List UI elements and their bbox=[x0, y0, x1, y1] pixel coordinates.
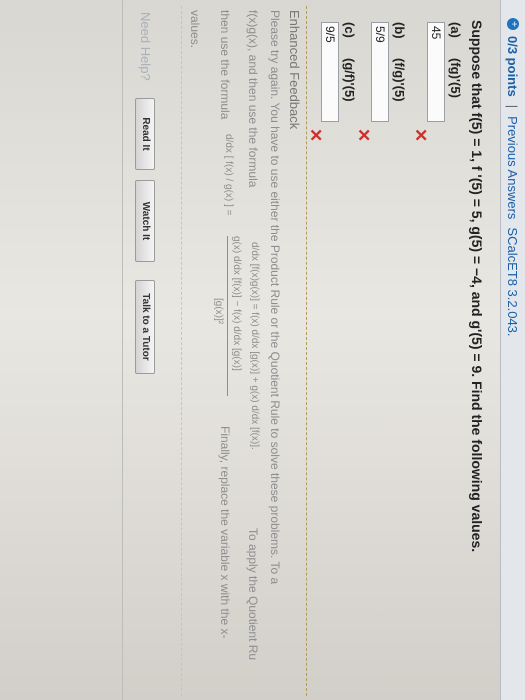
part-c-label: (c) bbox=[342, 22, 357, 38]
question-header: + 0/3 points | Previous Answers SCalcET8… bbox=[500, 0, 525, 700]
fraction-bar bbox=[227, 236, 228, 396]
header-separator: | bbox=[505, 104, 521, 109]
question-text: Suppose that f(5) = 1, f '(5) = 5, g(5) … bbox=[469, 20, 485, 553]
part-a-expression: (fg)'(5) bbox=[448, 58, 463, 98]
feedback-line-4: values. bbox=[188, 10, 202, 49]
bottom-divider bbox=[122, 0, 123, 700]
quotient-rule-numerator: g(x) d/dx [f(x)] − f(x) d/dx [g(x)] bbox=[231, 236, 242, 371]
course-code: SCalcET8 3.2.043. bbox=[505, 227, 521, 337]
need-help-label: Need Help? bbox=[138, 12, 153, 81]
feedback-title: Enhanced Feedback bbox=[287, 10, 302, 130]
quotient-rule-lhs: d/dx [ f(x) / g(x) ] = bbox=[223, 134, 234, 216]
part-a-answer-input[interactable]: 45 bbox=[427, 22, 445, 122]
screen: + 0/3 points | Previous Answers SCalcET8… bbox=[0, 0, 525, 700]
talk-to-tutor-button[interactable]: Talk to a Tutor bbox=[135, 280, 155, 374]
feedback-divider bbox=[181, 6, 182, 696]
quotient-rule-denominator: [g(x)]² bbox=[213, 298, 224, 325]
points-label: 0/3 points bbox=[505, 36, 521, 97]
incorrect-x-icon: ✕ bbox=[411, 128, 430, 143]
previous-answers-link[interactable]: Previous Answers bbox=[506, 116, 521, 219]
part-a-label: (a) bbox=[448, 22, 463, 38]
part-c-expression: (g/f)'(5) bbox=[342, 58, 357, 102]
feedback-line-2-start: f(x)g(x), and then use the formula bbox=[246, 10, 260, 188]
part-b-answer-input[interactable]: 5/9 bbox=[371, 22, 389, 122]
feedback-line-1: Please try again. You have to use either… bbox=[268, 10, 282, 585]
watch-it-button[interactable]: Watch It bbox=[135, 180, 155, 262]
feedback-line-3-end: Finally, replace the variable x with the… bbox=[218, 426, 232, 639]
feedback-line-2-end: To apply the Quotient Ru bbox=[246, 528, 260, 661]
assignment-page: + 0/3 points | Previous Answers SCalcET8… bbox=[0, 0, 525, 700]
read-it-button[interactable]: Read It bbox=[135, 98, 155, 170]
feedback-line-3-start: then use the formula bbox=[218, 10, 232, 120]
incorrect-x-icon: ✕ bbox=[354, 128, 373, 143]
plus-circle-icon[interactable]: + bbox=[507, 18, 519, 30]
part-c-answer-input[interactable]: 9/5 bbox=[321, 22, 339, 122]
product-rule-formula: d/dx [f(x)g(x)] = f(x) d/dx [g(x)] + g(x… bbox=[249, 242, 260, 450]
incorrect-x-icon: ✕ bbox=[306, 128, 325, 143]
part-b-expression: (f/g)'(5) bbox=[392, 58, 407, 102]
part-b-label: (b) bbox=[392, 22, 407, 39]
enhanced-feedback: Enhanced Feedback Please try again. You … bbox=[172, 6, 307, 696]
